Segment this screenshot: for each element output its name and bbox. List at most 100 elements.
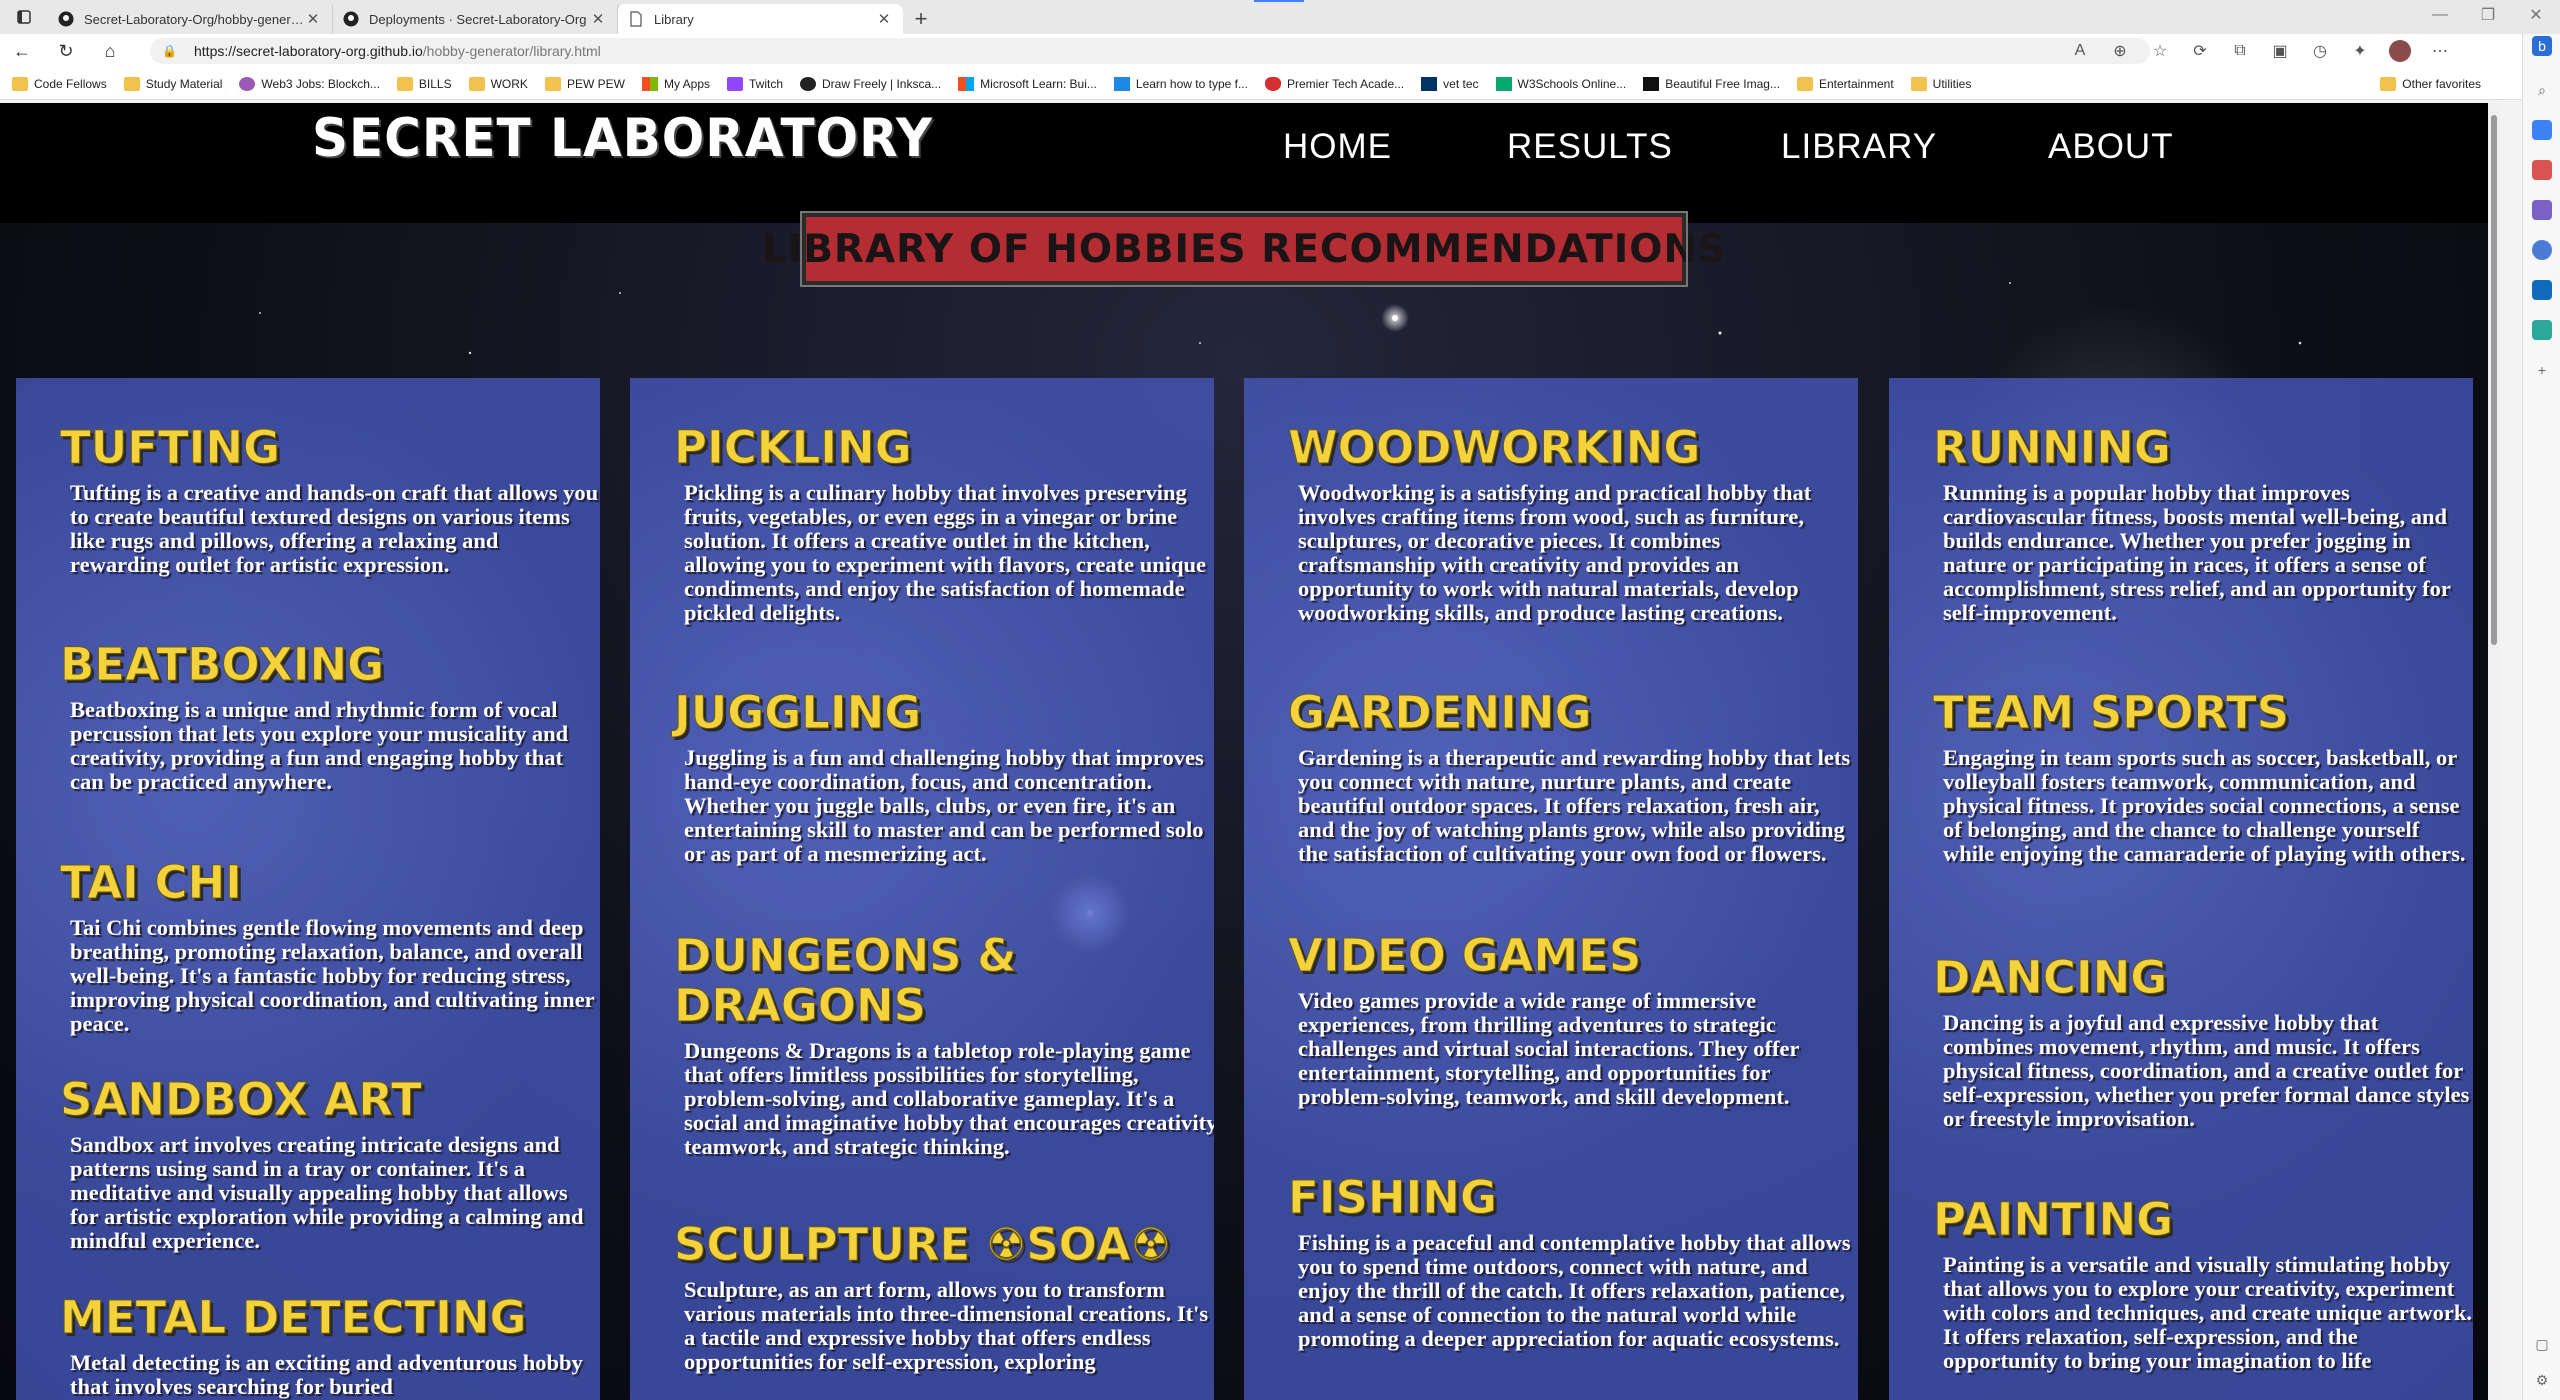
url-path: /hobby-generator/library.html bbox=[422, 43, 601, 59]
bookmark-item[interactable]: Premier Tech Acade... bbox=[1264, 76, 1404, 91]
hobby-description: Pickling is a culinary hobby that involv… bbox=[684, 480, 1207, 625]
shield-icon bbox=[1264, 76, 1281, 91]
history-icon[interactable]: ◷ bbox=[2300, 34, 2340, 68]
bookmark-item[interactable]: Entertainment bbox=[1796, 76, 1894, 91]
bookmark-item[interactable]: My Apps bbox=[641, 76, 710, 91]
copilot-icon[interactable]: b bbox=[2532, 36, 2552, 56]
hobby-title: Sandbox Art bbox=[60, 1073, 423, 1126]
zoom-icon[interactable]: ⊕ bbox=[2100, 34, 2140, 68]
tab-github-repo[interactable]: Secret-Laboratory-Org/hobby-generator ✕ bbox=[48, 4, 333, 34]
sidebar-layout-icon[interactable]: ▢ bbox=[2532, 1334, 2552, 1354]
bookmark-item[interactable]: BILLS bbox=[396, 76, 452, 91]
hobby-description: Painting is a versatile and visually sti… bbox=[1943, 1252, 2472, 1373]
bookmark-item[interactable]: Twitch bbox=[727, 76, 783, 91]
shopping-icon[interactable] bbox=[2532, 120, 2552, 140]
close-icon[interactable]: ✕ bbox=[589, 10, 607, 28]
nav-home[interactable]: HOME bbox=[1283, 127, 1392, 167]
hobby-description: Dungeons & Dragons is a tabletop role-pl… bbox=[684, 1038, 1214, 1159]
outlook-icon[interactable] bbox=[2532, 280, 2552, 300]
m365-icon[interactable] bbox=[2532, 240, 2552, 260]
home-icon[interactable]: ⌂ bbox=[88, 34, 132, 68]
sync-icon[interactable]: ⟳ bbox=[2180, 34, 2220, 68]
bookmark-item[interactable]: Beautiful Free Imag... bbox=[1643, 76, 1780, 91]
refresh-icon[interactable]: ↻ bbox=[44, 34, 88, 68]
close-icon[interactable]: ✕ bbox=[304, 10, 322, 28]
url-host: https://secret-laboratory-org.github.io bbox=[194, 43, 423, 59]
va-icon bbox=[1421, 76, 1438, 91]
hobby-description: Tufting is a creative and hands-on craft… bbox=[70, 480, 599, 577]
page-title-banner: Library of Hobbies Recommendations bbox=[762, 211, 1725, 287]
favorite-star-icon[interactable]: ☆ bbox=[2140, 34, 2180, 68]
page-scrollbar[interactable] bbox=[2488, 103, 2500, 1400]
bookmark-item[interactable]: Utilities bbox=[1910, 76, 1971, 91]
lock-icon[interactable]: 🔒 bbox=[162, 44, 180, 58]
more-menu-icon[interactable]: ⋯ bbox=[2420, 34, 2460, 68]
hobby-title: Running bbox=[1933, 421, 2172, 474]
settings-gear-icon[interactable]: ⚙ bbox=[2532, 1370, 2552, 1390]
edge-sidebar: b ⌕ + ▢ ⚙ bbox=[2522, 34, 2560, 1400]
inkscape-icon bbox=[800, 76, 817, 91]
hobby-card-dungeons-dragons: Dungeons & Dragons Dungeons & Dragons is… bbox=[674, 930, 1215, 1159]
hobby-card-tai-chi: Tai Chi Tai Chi combines gentle flowing … bbox=[60, 857, 600, 1036]
hobby-description: Running is a popular hobby that improves… bbox=[1943, 480, 2451, 625]
folder-icon bbox=[2380, 76, 2397, 91]
search-icon[interactable]: ⌕ bbox=[2532, 80, 2552, 100]
split-screen-icon[interactable]: ⧉ bbox=[2220, 34, 2260, 68]
profile-avatar[interactable] bbox=[2389, 40, 2411, 62]
new-tab-button[interactable]: + bbox=[903, 4, 939, 34]
hobby-title: Video Games bbox=[1288, 929, 1642, 982]
hobby-description: Woodworking is a satisfying and practica… bbox=[1298, 480, 1812, 625]
hobby-description: Tai Chi combines gentle flowing movement… bbox=[70, 915, 595, 1036]
hobby-title: Woodworking bbox=[1288, 421, 1701, 474]
hobby-description: Gardening is a therapeutic and rewarding… bbox=[1298, 745, 1851, 866]
bookmark-item[interactable]: PEW PEW bbox=[544, 76, 625, 91]
extensions-icon[interactable]: ✦ bbox=[2340, 34, 2380, 68]
bookmark-item[interactable]: vet tec bbox=[1421, 76, 1479, 91]
hobby-card-team-sports: Team Sports Engaging in team sports such… bbox=[1933, 687, 2473, 866]
bookmark-item[interactable]: Study Material bbox=[123, 76, 222, 91]
hobby-title: Dancing bbox=[1933, 951, 2168, 1004]
w3schools-icon bbox=[1495, 76, 1512, 91]
bookmark-item[interactable]: Learn how to type f... bbox=[1113, 76, 1248, 91]
hobby-description: Dancing is a joyful and expressive hobby… bbox=[1943, 1010, 2470, 1131]
bookmark-item[interactable]: Microsoft Learn: Bui... bbox=[958, 76, 1097, 91]
read-aloud-icon[interactable]: A bbox=[2060, 34, 2100, 68]
toolbox-icon[interactable] bbox=[2532, 160, 2552, 180]
back-arrow-icon[interactable]: ← bbox=[0, 34, 44, 68]
site-logo[interactable]: Secret Laboratory bbox=[312, 108, 933, 169]
games-icon[interactable] bbox=[2532, 200, 2552, 220]
folder-icon bbox=[12, 76, 28, 91]
other-favorites[interactable]: Other favorites bbox=[2380, 76, 2481, 91]
folder-icon bbox=[468, 76, 485, 91]
tab-deployments[interactable]: Deployments · Secret-Laboratory-Org ✕ bbox=[333, 4, 618, 34]
folder-icon bbox=[396, 76, 413, 91]
tab-actions-icon[interactable] bbox=[0, 0, 48, 34]
bookmark-item[interactable]: WORK bbox=[468, 76, 528, 91]
hobby-card-fishing: Fishing Fishing is a peaceful and contem… bbox=[1288, 1172, 1858, 1351]
url-input[interactable]: 🔒 https://secret-laboratory-org.github.i… bbox=[150, 38, 2150, 64]
close-icon[interactable]: ✕ bbox=[875, 10, 893, 28]
hobby-card-beatboxing: Beatboxing Beatboxing is a unique and rh… bbox=[60, 639, 600, 794]
nav-library[interactable]: LIBRARY bbox=[1781, 127, 1937, 167]
hobby-title: Pickling bbox=[674, 421, 913, 474]
scrollbar-thumb[interactable] bbox=[2491, 115, 2497, 645]
tab-library[interactable]: Library ✕ bbox=[618, 4, 903, 34]
drop-icon[interactable] bbox=[2532, 320, 2552, 340]
nav-about[interactable]: ABOUT bbox=[2048, 127, 2174, 167]
bookmark-item[interactable]: Code Fellows bbox=[12, 76, 107, 91]
nav-results[interactable]: RESULTS bbox=[1507, 127, 1673, 167]
folder-icon bbox=[1796, 76, 1813, 91]
hobby-column-2: Pickling Pickling is a culinary hobby th… bbox=[630, 378, 1214, 1400]
minimize-icon[interactable]: — bbox=[2416, 0, 2464, 30]
close-window-icon[interactable]: ✕ bbox=[2512, 0, 2560, 30]
restore-icon[interactable]: ❐ bbox=[2464, 0, 2512, 30]
bookmark-item[interactable]: W3Schools Online... bbox=[1495, 76, 1626, 91]
add-icon[interactable]: + bbox=[2532, 360, 2552, 380]
web3-icon bbox=[239, 76, 256, 91]
bookmark-item[interactable]: Draw Freely | Inksca... bbox=[800, 76, 941, 91]
collections-icon[interactable]: ▣ bbox=[2260, 34, 2300, 68]
hobby-description: Sandbox art involves creating intricate … bbox=[70, 1132, 584, 1253]
hobby-column-4: Running Running is a popular hobby that … bbox=[1889, 378, 2473, 1400]
bookmark-item[interactable]: Web3 Jobs: Blockch... bbox=[239, 76, 380, 91]
hobby-description: Sculpture, as an art form, allows you to… bbox=[684, 1277, 1209, 1374]
